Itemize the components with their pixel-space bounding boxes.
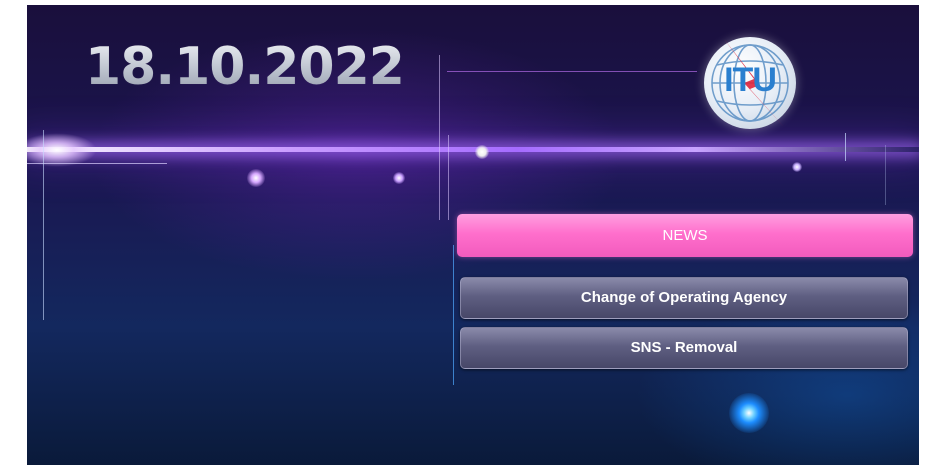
decor-line: [43, 130, 44, 320]
decor-line: [27, 163, 167, 164]
logo-text: ITU: [724, 61, 777, 99]
change-of-operating-agency-button[interactable]: Change of Operating Agency: [460, 277, 908, 319]
light-flare: [27, 133, 97, 167]
decor-line: [845, 133, 846, 161]
glow-dot: [393, 172, 405, 184]
sns-removal-button[interactable]: SNS - Removal: [460, 327, 908, 369]
decor-line: [885, 145, 886, 205]
date-heading: 18.10.2022: [85, 37, 405, 97]
itu-logo: ITU: [704, 37, 796, 129]
glow-dot: [792, 162, 802, 172]
decor-line: [453, 245, 454, 385]
glow-dot: [247, 169, 265, 187]
decor-line: [447, 71, 697, 72]
glow-dot: [729, 393, 769, 433]
decor-line: [448, 135, 449, 220]
banner-frame: 18.10.2022 ITU NEWS Change of Operating …: [27, 5, 919, 465]
light-beam: [27, 147, 919, 152]
news-button[interactable]: NEWS: [457, 214, 913, 257]
decor-line: [439, 55, 440, 220]
glow-dot: [475, 145, 489, 159]
